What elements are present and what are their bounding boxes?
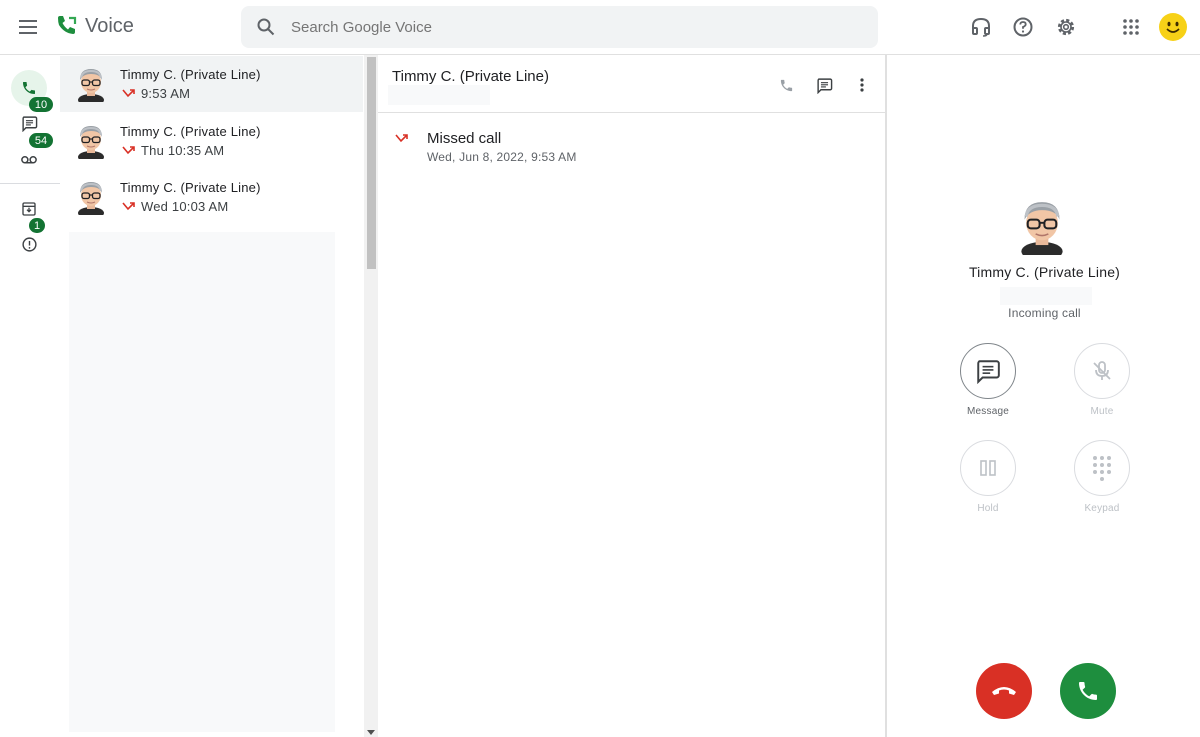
settings-button[interactable]	[1053, 14, 1079, 40]
message-icon	[816, 77, 832, 94]
decline-call-button[interactable]	[976, 663, 1032, 719]
missed-call-icon	[394, 133, 410, 145]
event-title: Missed call	[427, 130, 502, 147]
spam-icon	[21, 236, 37, 252]
call-time: 9:53 AM	[141, 86, 191, 101]
mute-control-button[interactable]	[1074, 343, 1130, 399]
keypad-control-label: Keypad	[1084, 503, 1120, 514]
apps-button[interactable]	[1118, 14, 1144, 40]
send-message-button[interactable]	[814, 75, 834, 95]
more-vert-icon	[860, 78, 864, 92]
contact-avatar	[74, 179, 108, 215]
contact-name: Timmy C. (Private Line)	[120, 67, 261, 82]
nav-spam[interactable]: 1	[11, 218, 47, 262]
hold-control-button[interactable]	[960, 440, 1016, 496]
more-options-button[interactable]	[852, 75, 872, 95]
contact-avatar	[74, 123, 108, 159]
nav-divider	[0, 183, 60, 184]
messages-badge: 10	[29, 97, 53, 112]
search-input[interactable]	[291, 18, 851, 36]
top-bar: Voice	[0, 0, 1200, 55]
list-item[interactable]: Timmy C. (Private Line) 9:53 AM	[60, 56, 363, 112]
contact-name: Timmy C. (Private Line)	[120, 124, 261, 139]
dialpad-icon	[1093, 456, 1111, 481]
headset-icon	[972, 17, 990, 37]
hold-control-label: Hold	[977, 503, 999, 514]
help-button[interactable]	[1010, 14, 1036, 40]
voicemail-badge: 54	[29, 133, 53, 148]
message-control-label: Message	[967, 406, 1009, 417]
message-icon	[977, 360, 1000, 384]
call-history-list: Timmy C. (Private Line) 9:53 AM Timmy C.…	[60, 55, 378, 737]
phone-icon	[780, 79, 792, 91]
archive-icon	[22, 202, 36, 216]
missed-call-icon	[122, 88, 136, 100]
message-control-button[interactable]	[960, 343, 1016, 399]
mic-off-icon	[1093, 361, 1111, 380]
list-item[interactable]: Timmy C. (Private Line) Wed 10:03 AM	[60, 169, 363, 225]
call-end-icon	[992, 687, 1016, 695]
call-time: Thu 10:35 AM	[141, 143, 225, 158]
list-item[interactable]: Timmy C. (Private Line) Thu 10:35 AM	[60, 113, 363, 169]
detail-title: Timmy C. (Private Line)	[392, 68, 549, 85]
caller-subtitle-placeholder	[1000, 287, 1092, 305]
apps-grid-icon	[1123, 19, 1139, 35]
search-icon[interactable]	[255, 16, 277, 38]
spam-badge: 1	[29, 218, 46, 233]
hamburger-menu-icon	[19, 20, 37, 34]
contact-avatar	[74, 66, 108, 102]
main-menu-button[interactable]	[16, 14, 42, 40]
mute-control-label: Mute	[1090, 406, 1114, 417]
phone-icon	[23, 82, 35, 94]
voice-logo-icon	[58, 16, 77, 34]
keypad-control-button[interactable]	[1074, 440, 1130, 496]
list-scrollbar[interactable]	[364, 55, 378, 737]
app-logo[interactable]: Voice	[55, 14, 134, 38]
account-avatar[interactable]	[1159, 13, 1187, 41]
caller-name: Timmy C. (Private Line)	[968, 264, 1121, 280]
answer-call-button[interactable]	[1060, 663, 1116, 719]
phone-icon	[1079, 682, 1097, 700]
app-title: Voice	[85, 14, 134, 37]
missed-call-icon	[122, 145, 136, 157]
event-date: Wed, Jun 8, 2022, 9:53 AM	[427, 150, 577, 164]
gear-icon	[1057, 18, 1075, 36]
scrollbar-thumb[interactable]	[367, 57, 376, 269]
call-button[interactable]	[776, 75, 796, 95]
call-time: Wed 10:03 AM	[141, 199, 229, 214]
nav-voicemail[interactable]: 54	[11, 133, 53, 177]
incoming-call-panel: Timmy C. (Private Line) Incoming call Me…	[885, 55, 1200, 737]
detail-header: Timmy C. (Private Line)	[378, 55, 885, 113]
smiley-face-icon	[1160, 14, 1186, 40]
caller-avatar	[1015, 197, 1069, 255]
conversation-detail: Timmy C. (Private Line) Missed call Wed,…	[378, 55, 885, 737]
voicemail-icon	[21, 156, 37, 164]
scroll-down-arrow-icon[interactable]	[367, 730, 375, 735]
headset-support-button[interactable]	[968, 14, 994, 40]
missed-call-icon	[122, 201, 136, 213]
help-icon	[1013, 17, 1033, 37]
pause-icon	[980, 460, 996, 476]
left-nav: 10 54 1	[0, 55, 60, 737]
contact-name: Timmy C. (Private Line)	[120, 180, 261, 195]
list-placeholder	[69, 232, 335, 732]
detail-subtitle-placeholder	[388, 85, 490, 105]
search-bar	[241, 6, 878, 48]
message-icon	[21, 115, 37, 132]
call-status: Incoming call	[1008, 306, 1081, 320]
